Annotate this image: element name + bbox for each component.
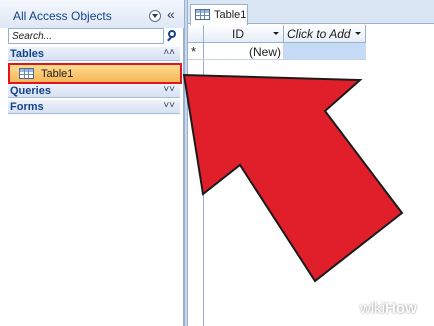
expand-group-icon[interactable]: ˅˅ (163, 100, 175, 111)
collapse-group-icon[interactable]: ˄˄ (163, 47, 175, 58)
nav-pane-header[interactable]: All Access Objects « (0, 0, 184, 28)
nav-pane-title[interactable]: All Access Objects (13, 9, 112, 23)
column-header-label: Click to Add (287, 27, 351, 41)
tab-label: Table1 (214, 9, 247, 21)
chevron-down-icon[interactable] (149, 10, 161, 22)
new-record-selector[interactable]: * (188, 43, 204, 60)
nav-item-label: Table1 (41, 68, 74, 80)
group-label: Forms (10, 101, 44, 113)
datasheet-grid: ID Click to Add * (New) (188, 25, 434, 326)
group-label: Tables (10, 48, 45, 60)
group-header-queries[interactable]: Queries ˅˅ (8, 84, 180, 98)
cell-click-to-add[interactable] (284, 43, 366, 60)
search-field[interactable] (8, 28, 164, 44)
document-tab-bar: Table1 (188, 0, 434, 25)
tab-table1[interactable]: Table1 (190, 4, 248, 25)
group-label: Queries (10, 85, 51, 97)
column-header-label: ID (232, 27, 244, 41)
new-record-icon: * (191, 44, 197, 59)
search-icon[interactable] (166, 28, 180, 44)
record-selector-column (188, 60, 204, 326)
table-icon (195, 9, 210, 20)
collapse-pane-button[interactable]: « (167, 6, 175, 22)
nav-item-table1[interactable]: Table1 (8, 63, 182, 84)
wikihow-watermark: wikiHow (360, 300, 417, 317)
select-all-corner[interactable] (188, 25, 204, 43)
dropdown-arrow-icon[interactable] (273, 32, 279, 35)
dropdown-arrow-icon[interactable] (355, 32, 361, 35)
search-input[interactable] (9, 29, 163, 43)
column-header-id[interactable]: ID (204, 25, 284, 43)
group-header-tables[interactable]: Tables ˄˄ (8, 47, 180, 61)
table-icon (19, 68, 34, 79)
cell-value: (New) (249, 45, 281, 59)
column-header-click-to-add[interactable]: Click to Add (284, 25, 366, 43)
cell-id-new[interactable]: (New) (204, 43, 284, 60)
document-area: Table1 ID Click to Add * (New) (188, 0, 434, 326)
navigation-pane: All Access Objects « Tables ˄˄ Table1 Qu… (0, 0, 184, 326)
group-header-forms[interactable]: Forms ˅˅ (8, 100, 180, 114)
expand-group-icon[interactable]: ˅˅ (163, 84, 175, 95)
